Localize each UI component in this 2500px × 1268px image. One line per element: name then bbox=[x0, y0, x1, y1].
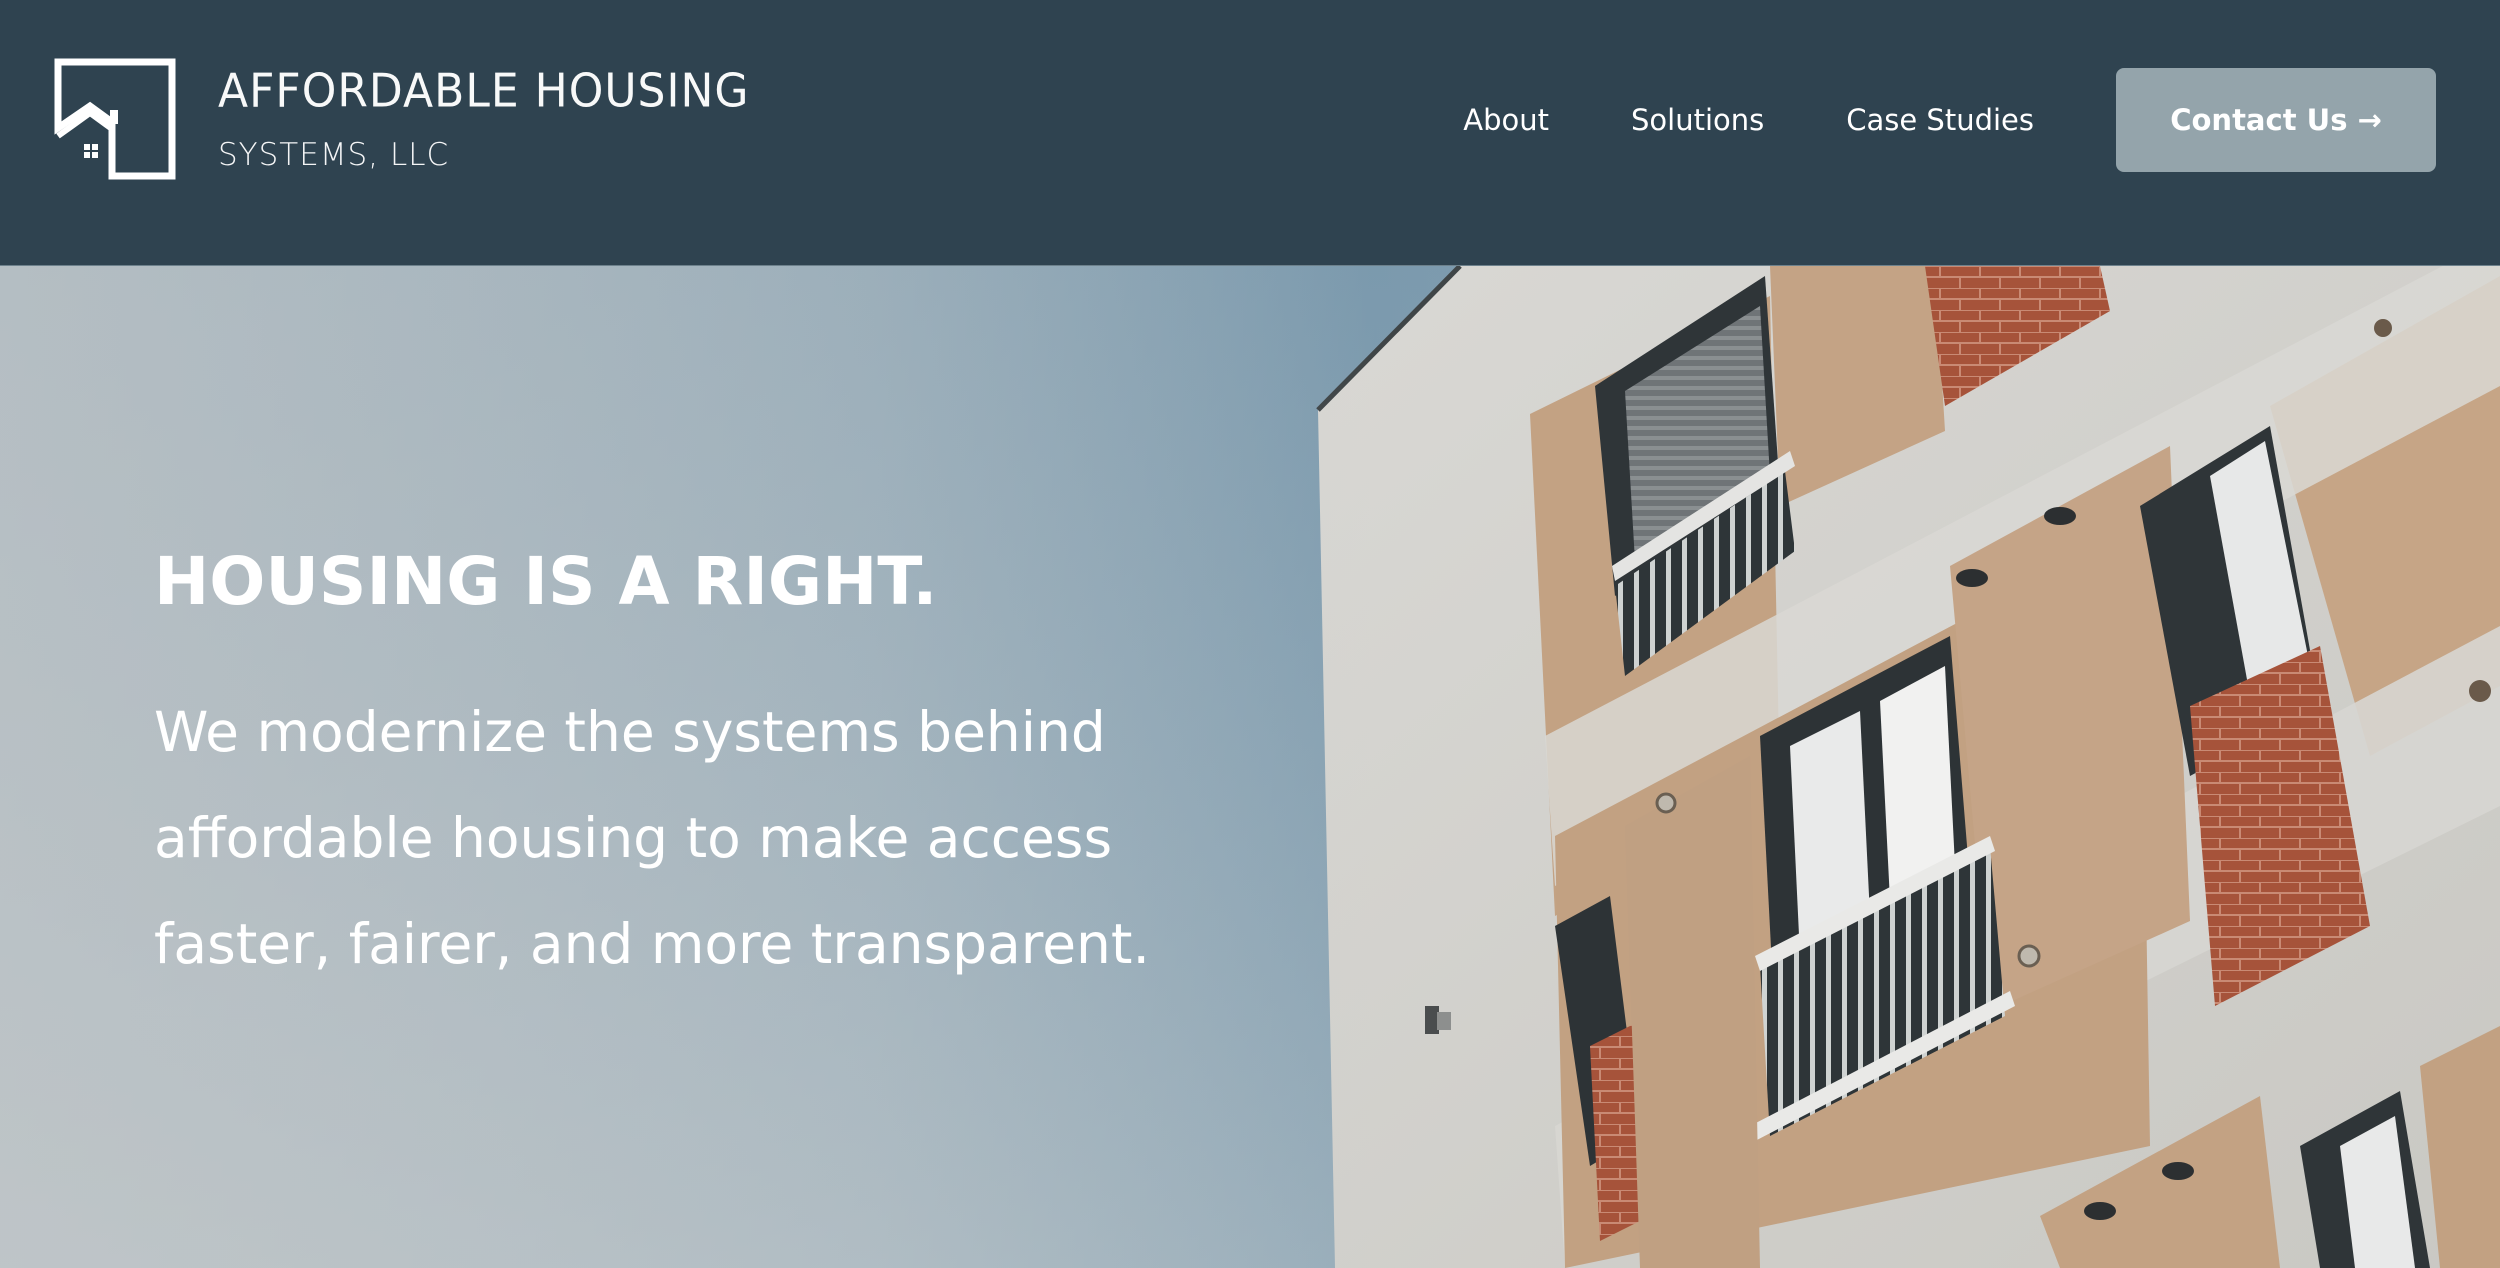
brand-logo[interactable]: AFFORDABLE HOUSING SYSTEMS, LLC bbox=[54, 58, 754, 188]
contact-us-label: Contact Us bbox=[2170, 103, 2348, 137]
contact-us-button[interactable]: Contact Us → bbox=[2116, 68, 2436, 172]
house-frame-icon bbox=[54, 58, 176, 180]
nav-link-about[interactable]: About bbox=[1463, 103, 1549, 137]
nav-link-solutions[interactable]: Solutions bbox=[1631, 103, 1764, 137]
hero-section: HOUSING IS A RIGHT. We modernize the sys… bbox=[0, 266, 2500, 1268]
brand-name: AFFORDABLE HOUSING SYSTEMS, LLC bbox=[218, 58, 749, 171]
brand-name-line1: AFFORDABLE HOUSING bbox=[218, 64, 750, 119]
site-header: AFFORDABLE HOUSING SYSTEMS, LLC About So… bbox=[0, 0, 2500, 266]
hero-subtitle: We modernize the systems behind affordab… bbox=[154, 699, 1150, 976]
brand-name-line2: SYSTEMS, LLC bbox=[218, 137, 450, 173]
main-nav: About Solutions Case Studies Contact Us … bbox=[1463, 68, 2436, 172]
hero-title: HOUSING IS A RIGHT. bbox=[154, 543, 938, 620]
nav-link-case-studies[interactable]: Case Studies bbox=[1846, 103, 2034, 137]
arrow-right-icon: → bbox=[2357, 103, 2382, 137]
page: AFFORDABLE HOUSING SYSTEMS, LLC About So… bbox=[0, 0, 2500, 1268]
hero-content: HOUSING IS A RIGHT. We modernize the sys… bbox=[154, 543, 1254, 997]
